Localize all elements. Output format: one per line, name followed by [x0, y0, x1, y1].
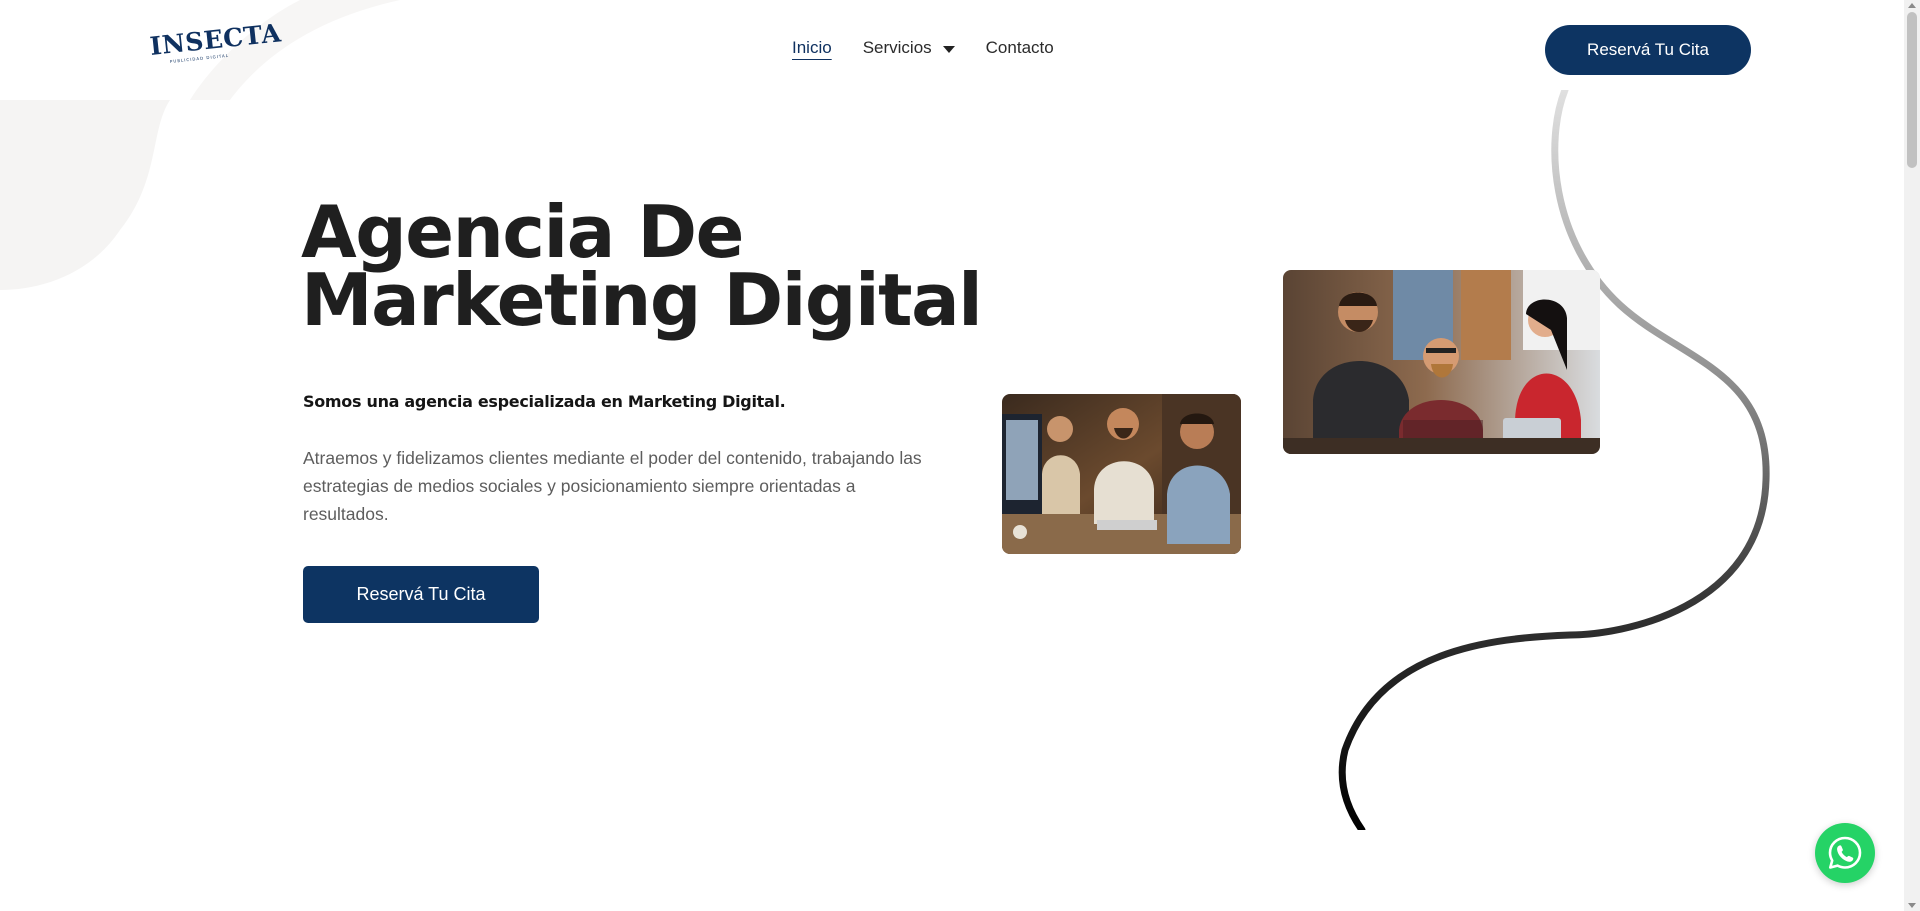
team-computer-photo: [1002, 394, 1241, 554]
nav-item-inicio[interactable]: Inicio: [792, 38, 832, 58]
scrollbar-thumb[interactable]: [1907, 12, 1917, 168]
chevron-down-icon: [942, 45, 955, 53]
hero-tagline: Somos una agencia especializada en Marke…: [303, 392, 786, 411]
hero-title-line-1: Agencia De: [301, 190, 744, 274]
main-nav: Inicio Servicios Contacto: [792, 38, 1085, 58]
scroll-down-icon[interactable]: [1908, 903, 1916, 908]
hero-description: Atraemos y fidelizamos clientes mediante…: [303, 448, 922, 524]
nav-item-label: Servicios: [862, 38, 932, 57]
whatsapp-button[interactable]: [1815, 823, 1875, 883]
nav-item-contacto[interactable]: Contacto: [986, 38, 1054, 58]
nav-item-servicios[interactable]: Servicios: [863, 38, 955, 58]
hero-reserve-button[interactable]: Reservá Tu Cita: [303, 566, 539, 623]
header-reserve-button[interactable]: Reservá Tu Cita: [1545, 25, 1751, 75]
scroll-up-icon[interactable]: [1908, 3, 1916, 8]
team-meeting-photo: [1283, 270, 1600, 454]
hero-title: Agencia De Marketing Digital: [301, 190, 1001, 342]
whatsapp-icon: [1828, 836, 1862, 869]
nav-item-label: Inicio: [792, 38, 832, 57]
decorative-curve: [1338, 90, 1770, 830]
hero-title-line-2: Marketing Digital: [301, 258, 983, 342]
page-scrollbar[interactable]: [1904, 0, 1920, 911]
site-header: INSECTA PUBLICIDAD DIGITAL Inicio Servic…: [0, 0, 1904, 100]
logo[interactable]: INSECTA PUBLICIDAD DIGITAL: [148, 18, 282, 70]
nav-item-label: Contacto: [985, 38, 1054, 57]
